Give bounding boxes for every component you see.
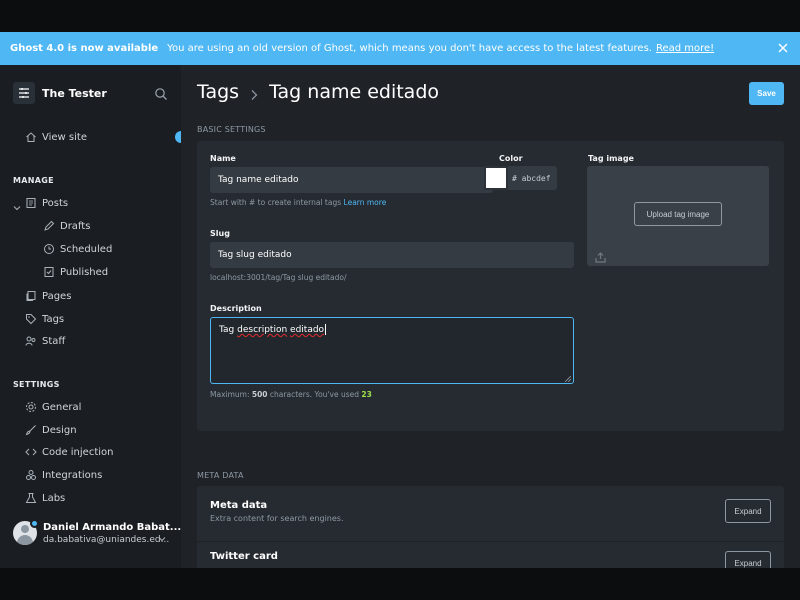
search-icon[interactable] [154,86,168,100]
sidebar-item-label: Drafts [60,220,91,232]
resize-handle-icon[interactable] [564,375,572,383]
twitter-card-title: Twitter card [210,551,278,562]
sidebar: The Tester View site MANAGE Posts Drafts… [0,65,187,568]
clock-icon [43,243,55,255]
description-hint: Maximum: 500 characters. You've used 23 [210,390,372,399]
staff-icon [25,335,37,347]
tag-icon [25,313,37,325]
manage-section-title: MANAGE [13,176,54,185]
basic-settings-title: BASIC SETTINGS [197,125,266,134]
slug-field[interactable]: Tag slug editado [210,242,574,268]
sidebar-item-pages[interactable]: Pages [25,290,71,302]
upgrade-banner: Ghost 4.0 is now available You are using… [0,32,800,65]
description-word: Tag [219,325,235,335]
description-label: Description [210,304,262,313]
chevron-down-icon[interactable] [157,529,167,542]
sidebar-item-label: General [42,401,82,413]
slug-url-hint: localhost:3001/tag/Tag slug editado/ [210,273,347,282]
sidebar-item-label: Posts [42,197,69,209]
name-field[interactable]: Tag name editado [210,167,493,193]
sidebar-item-label: Pages [42,290,72,302]
letterbox-top [0,0,800,32]
meta-data-card: Meta data Extra content for search engin… [197,486,784,568]
sidebar-item-scheduled[interactable]: Scheduled [43,243,112,255]
sidebar-item-label: Design [42,424,77,436]
chevron-down-icon[interactable] [12,198,22,211]
site-brand[interactable]: The Tester [13,82,107,104]
sidebar-item-label: Staff [42,335,66,347]
site-title: The Tester [42,86,107,100]
sidebar-item-design[interactable]: Design [25,424,77,436]
sidebar-item-drafts[interactable]: Drafts [43,220,90,232]
description-misspelled-word: editado [290,325,325,335]
image-upload-icon [595,248,606,263]
color-swatch[interactable] [484,166,508,190]
save-button[interactable]: Save [749,82,784,105]
sidebar-item-view-site[interactable]: View site [25,131,87,143]
sidebar-item-tags[interactable]: Tags [25,313,64,325]
name-hint-text: Start with # to create internal tags [210,198,342,207]
main-content: Tags Tag name editado Save BASIC SETTING… [181,65,800,568]
name-label: Name [210,154,236,163]
sidebar-item-code-injection[interactable]: Code injection [25,446,113,458]
sidebar-item-label: Scheduled [60,243,113,255]
avatar-notification-badge [30,519,39,528]
code-icon [25,446,37,458]
posts-icon [25,197,37,209]
description-misspelled-word: description [237,325,288,335]
banner-message: You are using an old version of Ghost, w… [167,43,652,54]
learn-more-link[interactable]: Learn more [344,198,387,207]
description-textarea[interactable]: Tag description editado [210,317,574,384]
slug-label: Slug [210,229,230,238]
brush-icon [25,424,37,436]
published-icon [43,266,55,278]
breadcrumb-tags-link[interactable]: Tags [197,81,239,103]
sidebar-item-posts[interactable]: Posts [25,197,68,209]
meta-data-title: Meta data [210,500,268,511]
tag-image-dropzone[interactable]: Upload tag image [587,166,769,266]
sidebar-item-integrations[interactable]: Integrations [25,469,102,481]
hint-maximum-text: Maximum: [210,390,250,399]
twitter-card-expand-button[interactable]: Expand [725,551,771,568]
pages-icon [25,290,37,302]
hint-used-text: characters. You've used [269,390,359,399]
text-caret [325,324,327,335]
sidebar-item-label: Code injection [42,446,114,458]
letterbox-bottom [0,568,800,600]
sidebar-item-label: View site [42,131,87,143]
meta-data-section-title: META DATA [197,471,244,480]
banner-read-more-link[interactable]: Read more! [656,43,714,54]
sidebar-item-staff[interactable]: Staff [25,335,65,347]
divider [197,541,784,542]
color-label: Color [499,154,523,163]
sidebar-item-label: Published [60,266,109,278]
flask-icon [25,492,37,504]
pencil-icon [43,220,55,232]
hint-used-count: 23 [361,390,372,399]
meta-data-subtitle: Extra content for search engines. [210,514,344,523]
admin-app: The Tester View site MANAGE Posts Drafts… [0,65,800,568]
hint-max-count: 500 [251,390,268,399]
settings-section-title: SETTINGS [13,380,60,389]
sidebar-item-label: Tags [42,313,65,325]
chevron-right-icon [247,85,261,100]
sidebar-item-published[interactable]: Published [43,266,108,278]
site-logo-icon [13,82,35,104]
close-icon[interactable] [776,40,790,56]
home-icon [25,131,37,143]
banner-title: Ghost 4.0 is now available [10,43,159,54]
tag-image-label: Tag image [588,154,634,163]
sidebar-item-labs[interactable]: Labs [25,492,65,504]
gear-icon [25,401,37,413]
page-title: Tag name editado [269,81,440,103]
integrations-icon [25,469,37,481]
color-field[interactable]: # abcdef [508,166,557,190]
breadcrumb: Tags Tag name editado [197,81,439,103]
name-hint: Start with # to create internal tags Lea… [210,198,386,207]
sidebar-item-label: Labs [42,492,66,504]
sidebar-item-label: Integrations [42,469,103,481]
upload-tag-image-button[interactable]: Upload tag image [634,202,722,226]
meta-data-expand-button[interactable]: Expand [725,499,771,523]
sidebar-item-general[interactable]: General [25,401,81,413]
